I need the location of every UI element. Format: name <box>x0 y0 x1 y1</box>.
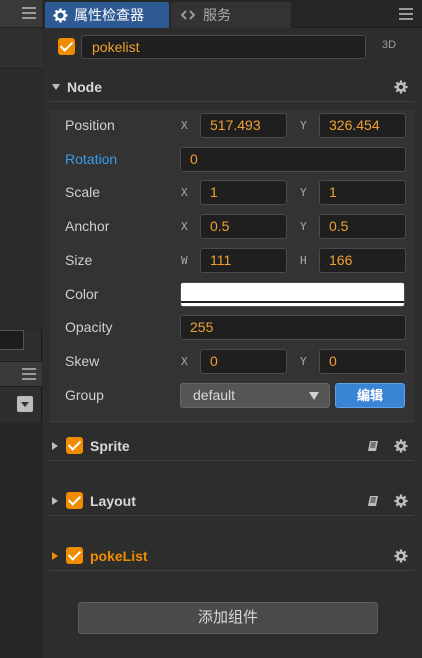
node-name-row: pokelist 3D <box>53 35 413 59</box>
prop-label: Size <box>65 252 93 268</box>
section-title: pokeList <box>90 547 148 564</box>
gear-icon[interactable] <box>394 549 408 563</box>
axis-label: Y <box>300 119 307 132</box>
axis-label: X <box>181 119 188 132</box>
book-icon[interactable] <box>366 494 380 508</box>
node-properties: Position X 517.493 Y 326.454 Rotation 0 … <box>49 110 414 422</box>
prop-opacity: Opacity 255 <box>49 315 414 341</box>
left-panel-header-2 <box>0 361 42 387</box>
prop-group: Group default 编辑 <box>49 383 414 409</box>
left-panel-input[interactable] <box>0 330 24 350</box>
scale-y-input[interactable]: 1 <box>319 180 406 205</box>
tab-inspector[interactable]: 属性检查器 <box>45 2 169 28</box>
tab-bar: 属性检查器 服务 <box>43 0 422 28</box>
axis-label: W <box>181 254 188 267</box>
chevron-right-icon <box>52 551 58 560</box>
tab-services[interactable]: 服务 <box>171 2 291 28</box>
3d-toggle[interactable]: 3D <box>382 39 396 51</box>
node-name-input[interactable]: pokelist <box>81 35 366 59</box>
node-active-checkbox[interactable] <box>58 38 75 55</box>
left-panel-toolbar <box>0 29 42 69</box>
rotation-input[interactable]: 0 <box>180 147 406 172</box>
section-title: Layout <box>90 492 136 509</box>
color-picker[interactable] <box>180 282 405 307</box>
skew-x-input[interactable]: 0 <box>200 349 287 374</box>
position-y-input[interactable]: 326.454 <box>319 113 406 138</box>
prop-label: Opacity <box>65 319 113 335</box>
axis-label: Y <box>300 186 307 199</box>
prop-color: Color <box>49 282 414 308</box>
prop-label: Position <box>65 117 115 133</box>
link-icon <box>180 10 196 20</box>
book-icon[interactable] <box>366 439 380 453</box>
prop-label: Scale <box>65 184 101 200</box>
opacity-input[interactable]: 255 <box>180 315 406 340</box>
position-x-input[interactable]: 517.493 <box>200 113 287 138</box>
sprite-enabled-checkbox[interactable] <box>66 437 83 454</box>
prop-scale: Scale X 1 Y 1 <box>49 180 414 206</box>
axis-label: Y <box>300 355 307 368</box>
axis-label: X <box>181 355 188 368</box>
prop-position: Position X 517.493 Y 326.454 <box>49 113 414 139</box>
prop-rotation: Rotation 0 <box>49 147 414 173</box>
skew-y-input[interactable]: 0 <box>319 349 406 374</box>
group-select[interactable]: default <box>180 383 330 408</box>
size-height-input[interactable]: 166 <box>319 248 406 273</box>
anchor-y-input[interactable]: 0.5 <box>319 214 406 239</box>
dropdown-icon[interactable] <box>17 396 33 412</box>
tab-label: 服务 <box>203 7 231 23</box>
pokelist-enabled-checkbox[interactable] <box>66 547 83 564</box>
section-pokelist-header[interactable]: pokeList <box>49 541 414 571</box>
prop-skew: Skew X 0 Y 0 <box>49 349 414 375</box>
menu-icon[interactable] <box>399 8 413 23</box>
prop-label: Skew <box>65 353 100 369</box>
chevron-right-icon <box>52 496 58 505</box>
axis-label: Y <box>300 220 307 233</box>
inspector-panel: 属性检查器 服务 pokelist 3D Node Position X 517… <box>43 0 422 658</box>
section-title: Node <box>67 78 102 95</box>
chevron-right-icon <box>52 441 58 450</box>
tab-label: 属性检查器 <box>74 7 144 23</box>
left-panel-content <box>0 70 42 330</box>
gear-icon[interactable] <box>394 439 408 453</box>
prop-label: Anchor <box>65 218 110 234</box>
edit-group-button[interactable]: 编辑 <box>335 383 405 408</box>
menu-icon[interactable] <box>22 7 36 22</box>
layout-enabled-checkbox[interactable] <box>66 492 83 509</box>
scale-x-input[interactable]: 1 <box>200 180 287 205</box>
gear-icon <box>53 7 68 23</box>
axis-label: X <box>181 220 188 233</box>
section-layout-header[interactable]: Layout <box>49 486 414 516</box>
size-width-input[interactable]: 111 <box>200 248 287 273</box>
prop-label: Color <box>65 286 99 302</box>
left-panel-content-2 <box>0 422 42 658</box>
axis-label: X <box>181 186 188 199</box>
prop-anchor: Anchor X 0.5 Y 0.5 <box>49 214 414 240</box>
section-sprite-header[interactable]: Sprite <box>49 431 414 461</box>
chevron-down-icon <box>52 83 60 90</box>
axis-label: H <box>300 254 307 267</box>
prop-label: Rotation <box>65 151 118 167</box>
section-title: Sprite <box>90 437 130 454</box>
menu-icon[interactable] <box>22 368 36 383</box>
prop-label: Group <box>65 387 104 403</box>
gear-icon[interactable] <box>394 494 408 508</box>
group-select-value: default <box>193 387 236 403</box>
left-panel <box>0 0 42 658</box>
section-node-header[interactable]: Node <box>49 72 414 102</box>
caret-down-icon <box>309 392 319 400</box>
anchor-x-input[interactable]: 0.5 <box>200 214 287 239</box>
prop-size: Size W 111 H 166 <box>49 248 414 274</box>
left-panel-header <box>0 0 42 28</box>
add-component-button[interactable]: 添加组件 <box>78 602 378 634</box>
gear-icon[interactable] <box>394 80 408 94</box>
